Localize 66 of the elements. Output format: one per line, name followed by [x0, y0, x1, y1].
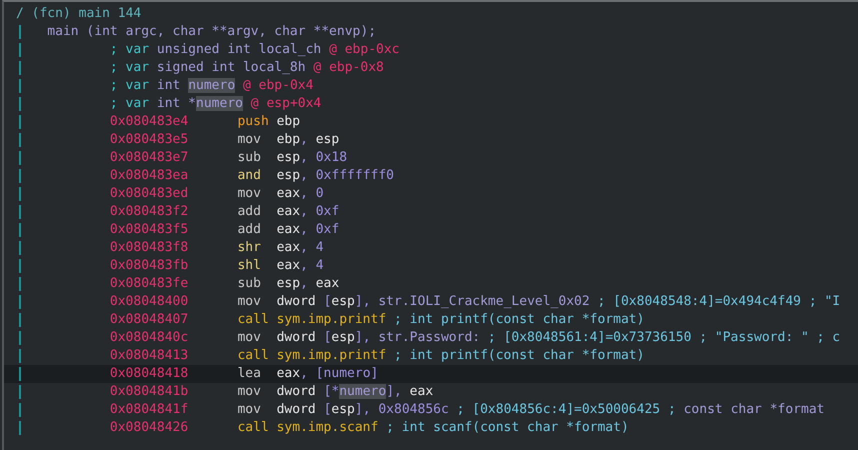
mnemonic-text: mov — [237, 383, 262, 401]
address-text: 0x080483e5 — [110, 131, 190, 149]
address-text: 0x08048413 — [110, 347, 190, 365]
operand-text: esp, 0x18 — [276, 149, 348, 167]
variable-declaration: ; var int *numero @ esp+0x4 — [110, 95, 322, 113]
address-text: 0x080483f5 — [110, 221, 190, 239]
address-text: 0x080483f8 — [110, 239, 190, 257]
mnemonic-text: call — [237, 419, 270, 437]
operand-text: eax, 4 — [276, 239, 324, 257]
mnemonic-text: call — [237, 347, 270, 365]
mnemonic-text: call — [237, 311, 270, 329]
address-text: 0x080483fb — [110, 257, 190, 275]
address-text: 0x08048407 — [110, 311, 190, 329]
operand-text: esp, eax — [276, 275, 340, 293]
operand-text: dword [esp], str.Password: — [276, 329, 480, 347]
address-text: 0x0804841f — [110, 401, 190, 419]
comment-text: ; [0x804856c:4]=0x50006425 ; const char *format — [456, 401, 824, 419]
operand-text: ebp, esp — [276, 131, 340, 149]
address-text: 0x08048426 — [110, 419, 190, 437]
mnemonic-text: mov — [237, 329, 262, 347]
operand-text: ebp — [276, 113, 300, 131]
address-text: 0x080483e7 — [110, 149, 190, 167]
mnemonic-text: sub — [237, 149, 262, 167]
operand-text: eax, 4 — [276, 257, 324, 275]
comment-text: ; [0x8048548:4]=0x494c4f49 ; "I — [598, 293, 840, 311]
address-text: 0x08048400 — [110, 293, 190, 311]
mnemonic-text: mov — [237, 401, 262, 419]
mnemonic-text: lea — [237, 365, 262, 383]
address-text: 0x08048418 — [110, 365, 190, 383]
mnemonic-text: shr — [237, 239, 262, 257]
address-text: 0x0804840c — [110, 329, 190, 347]
operand-text: dword [*numero], eax — [276, 383, 434, 401]
operand-text: eax, 0xf — [276, 221, 340, 239]
comment-text: ; int printf(const char *format) — [394, 347, 644, 365]
operand-text: sym.imp.printf — [276, 311, 386, 329]
mnemonic-text: mov — [237, 293, 262, 311]
mnemonic-text: add — [237, 221, 262, 239]
mnemonic-text: add — [237, 203, 262, 221]
comment-text: ; int scanf(const char *format) — [386, 419, 629, 437]
operand-text: dword [esp], str.IOLI_Crackme_Level_0x02 — [276, 293, 590, 311]
operand-text: sym.imp.printf — [276, 347, 386, 365]
address-text: 0x080483f2 — [110, 203, 190, 221]
mnemonic-text: and — [237, 167, 262, 185]
function-signature: main (int argc, char **argv, char **envp); — [47, 23, 376, 41]
mnemonic-text: push — [237, 113, 270, 131]
address-text: 0x080483ea — [110, 167, 190, 185]
comment-text: ; [0x8048561:4]=0x73736150 ; "Password: " ; c — [488, 329, 840, 347]
mnemonic-text: mov — [237, 131, 262, 149]
mnemonic-text: sub — [237, 275, 262, 293]
operand-text: sym.imp.scanf — [276, 419, 378, 437]
variable-declaration: ; var unsigned int local_ch @ ebp-0xc — [110, 41, 400, 59]
operand-text: esp, 0xfffffff0 — [276, 167, 394, 185]
function-header: / (fcn) main 144 — [16, 5, 142, 23]
mnemonic-text: mov — [237, 185, 262, 203]
comment-text: ; int printf(const char *format) — [394, 311, 644, 329]
operand-text: eax, 0xf — [276, 203, 340, 221]
address-text: 0x080483ed — [110, 185, 190, 203]
address-text: 0x080483e4 — [110, 113, 190, 131]
variable-declaration: ; var signed int local_8h @ ebp-0x8 — [110, 59, 384, 77]
operand-text: eax, [numero] — [276, 365, 378, 383]
address-text: 0x080483fe — [110, 275, 190, 293]
mnemonic-text: shl — [237, 257, 262, 275]
address-text: 0x0804841b — [110, 383, 190, 401]
operand-text: dword [esp], 0x804856c — [276, 401, 449, 419]
operand-text: eax, 0 — [276, 185, 324, 203]
variable-declaration: ; var int numero @ ebp-0x4 — [110, 77, 314, 95]
